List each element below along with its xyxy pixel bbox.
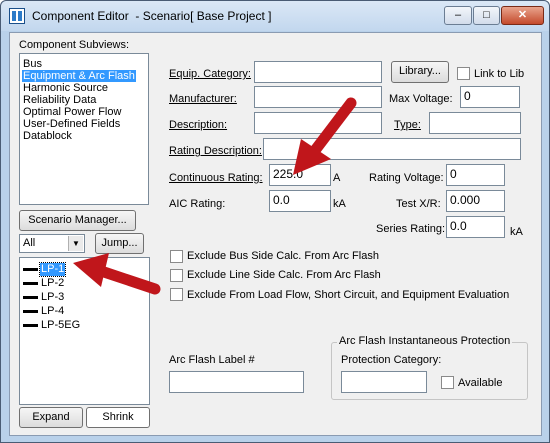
shrink-button[interactable]: Shrink — [86, 407, 150, 428]
exclude-load-flow-label: Exclude From Load Flow, Short Circuit, a… — [187, 289, 510, 301]
subviews-label: Component Subviews: — [19, 39, 130, 51]
exclude-line-side-checkbox[interactable] — [170, 269, 183, 282]
type-label: Type: — [394, 119, 421, 131]
rating-voltage-label: Rating Voltage: — [369, 172, 444, 184]
app-icon — [9, 8, 25, 24]
link-to-lib-label: Link to Lib — [474, 68, 525, 80]
client-area: Component Subviews: Bus Equipment & Arc … — [9, 32, 542, 436]
description-label: Description: — [169, 119, 228, 131]
test-xr-input[interactable]: 0.000 — [446, 190, 505, 212]
continuous-rating-label: Continuous Rating: — [169, 172, 263, 184]
bus-icon — [23, 324, 38, 327]
available-label: Available — [458, 377, 503, 389]
bus-icon — [23, 310, 38, 313]
window-title: Component Editor - Scenario[ Base Projec… — [32, 9, 272, 23]
bus-icon — [23, 282, 38, 285]
arc-flash-protection-title: Arc Flash Instantaneous Protection — [337, 335, 513, 347]
test-xr-label: Test X/R: — [396, 198, 441, 210]
exclude-load-flow-checkbox[interactable] — [170, 288, 183, 301]
expand-button[interactable]: Expand — [19, 407, 83, 428]
subview-item-user-defined-fields[interactable]: User-Defined Fields — [22, 118, 121, 130]
subview-item-harmonic-source[interactable]: Harmonic Source — [22, 82, 109, 94]
arc-flash-label-input[interactable] — [169, 371, 304, 393]
component-editor-window: Component Editor - Scenario[ Base Projec… — [0, 0, 550, 443]
series-rating-unit: kA — [510, 226, 523, 238]
protection-category-input[interactable] — [341, 371, 427, 393]
aic-rating-input[interactable]: 0.0 — [269, 190, 331, 212]
scenario-manager-button[interactable]: Scenario Manager... — [19, 210, 136, 231]
type-input[interactable] — [429, 112, 521, 134]
close-button[interactable]: ✕ — [501, 6, 544, 25]
arc-flash-label-title: Arc Flash Label # — [169, 354, 255, 366]
rating-voltage-input[interactable]: 0 — [446, 164, 505, 186]
bus-icon — [23, 296, 38, 299]
series-rating-label: Series Rating: — [376, 223, 446, 235]
equip-category-input[interactable] — [254, 61, 382, 83]
max-voltage-label: Max Voltage: — [389, 93, 453, 105]
maximize-button[interactable]: □ — [473, 6, 500, 25]
annotation-arrow-lp-1 — [73, 253, 161, 295]
chevron-down-icon[interactable]: ▼ — [68, 236, 83, 251]
exclude-line-side-label: Exclude Line Side Calc. From Arc Flash — [187, 269, 381, 281]
subview-item-optimal-power-flow[interactable]: Optimal Power Flow — [22, 106, 122, 118]
filter-select-value: All — [23, 237, 36, 249]
manufacturer-label: Manufacturer: — [169, 93, 237, 105]
series-rating-input[interactable]: 0.0 — [446, 216, 505, 238]
available-checkbox[interactable] — [441, 376, 454, 389]
subview-item-reliability-data[interactable]: Reliability Data — [22, 94, 97, 106]
rating-description-label: Rating Description: — [169, 145, 262, 157]
exclude-bus-side-checkbox[interactable] — [170, 250, 183, 263]
protection-category-label: Protection Category: — [341, 354, 442, 366]
annotation-arrow-continuous-rating — [293, 97, 357, 175]
title-bar[interactable]: Component Editor - Scenario[ Base Projec… — [1, 1, 549, 31]
max-voltage-input[interactable]: 0 — [460, 86, 520, 108]
subview-item-equipment-arc-flash[interactable]: Equipment & Arc Flash — [22, 70, 136, 82]
exclude-bus-side-label: Exclude Bus Side Calc. From Arc Flash — [187, 250, 379, 262]
subview-item-datablock[interactable]: Datablock — [22, 130, 73, 142]
subviews-list[interactable]: Bus Equipment & Arc Flash Harmonic Sourc… — [19, 53, 149, 205]
aic-rating-unit: kA — [333, 198, 346, 210]
minimize-button[interactable]: – — [444, 6, 472, 25]
equip-category-label: Equip. Category: — [169, 68, 251, 80]
library-button[interactable]: Library... — [391, 61, 449, 83]
subview-item-bus[interactable]: Bus — [22, 58, 43, 70]
aic-rating-label: AIC Rating: — [169, 198, 226, 210]
bus-icon — [23, 268, 38, 271]
link-to-lib-checkbox[interactable] — [457, 67, 470, 80]
